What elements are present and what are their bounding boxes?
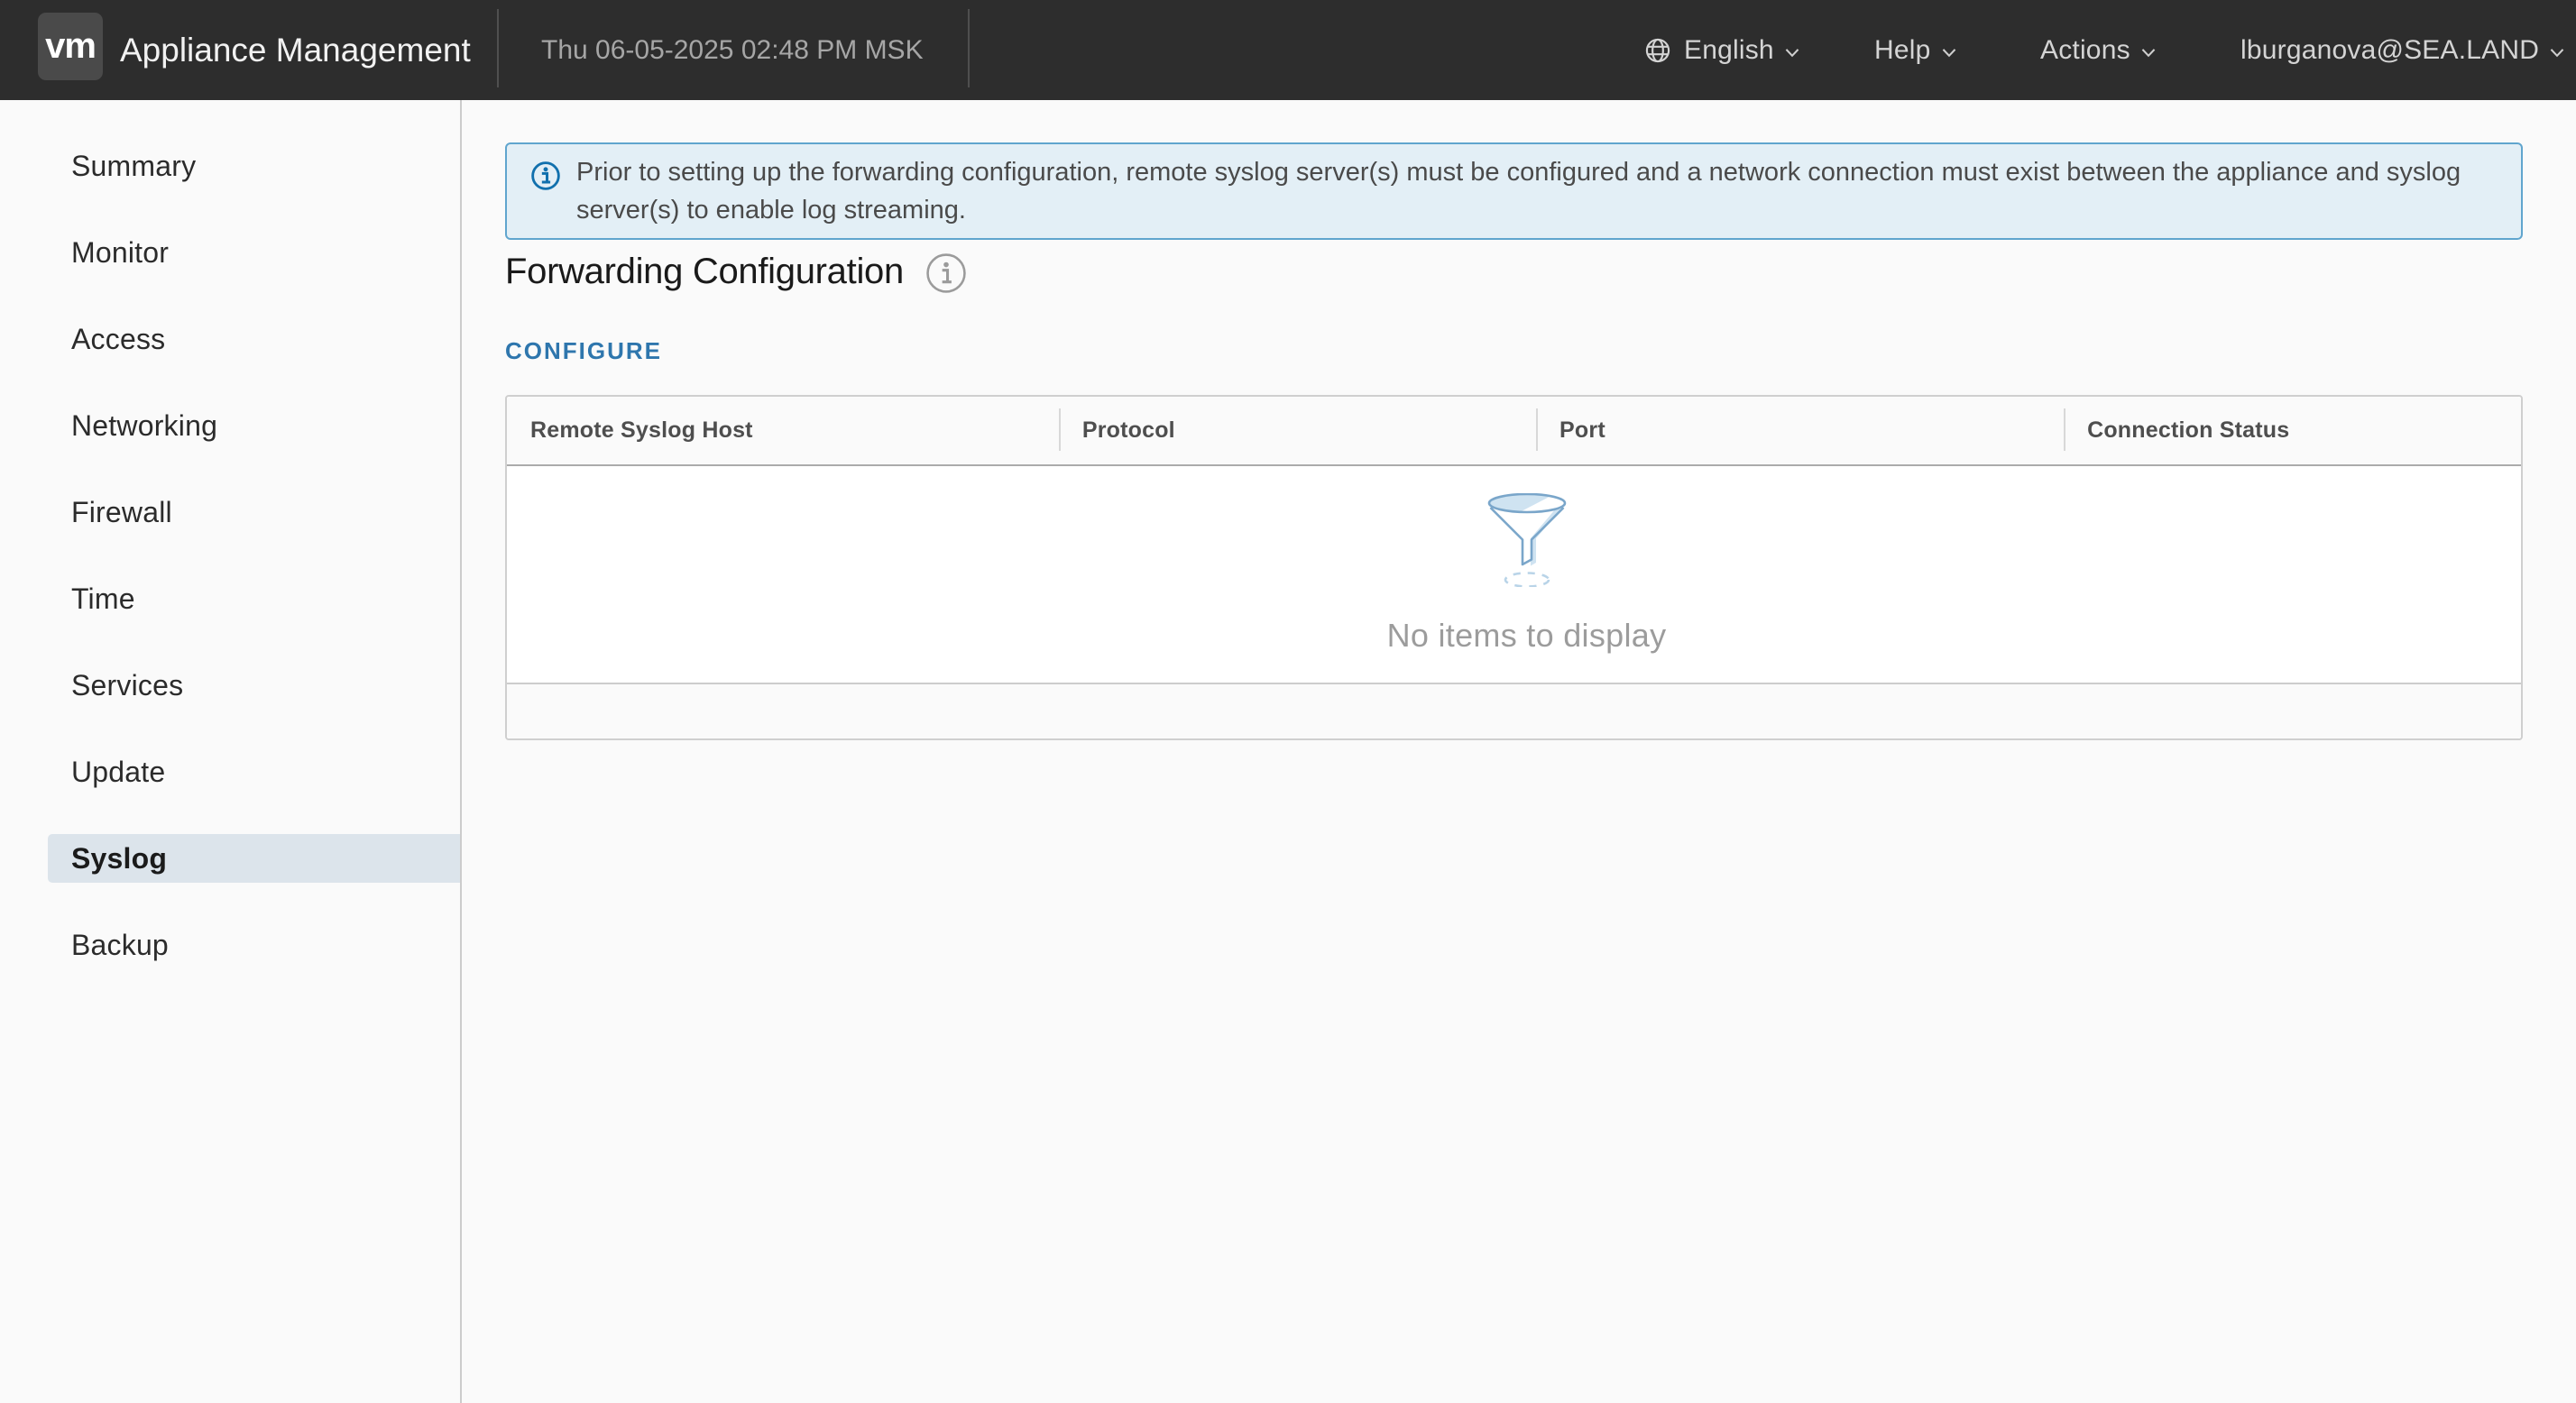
user-menu[interactable]: lburganova@SEA.LAND [2240, 0, 2564, 100]
page-title-text: Forwarding Configuration [505, 247, 904, 296]
sidebar-item-backup[interactable]: Backup [48, 921, 460, 969]
language-menu-label: English [1684, 35, 1774, 66]
info-alert: Prior to setting up the forwarding confi… [505, 142, 2523, 240]
sidebar-item-label: Networking [71, 409, 217, 443]
sidebar-nav: Summary Monitor Access Networking Firewall Ti… [0, 100, 462, 1403]
sidebar-item-label: Summary [71, 150, 196, 183]
top-header-bar: vm Appliance Management Thu 06-05-2025 0… [0, 0, 2576, 100]
sidebar-item-label: Time [71, 582, 135, 616]
datagrid-footer [507, 683, 2521, 738]
vmware-logo: vm [38, 13, 103, 80]
chevron-down-icon [1942, 48, 1956, 58]
sidebar-item-label: Access [71, 323, 165, 356]
main-content: Prior to setting up the forwarding confi… [462, 100, 2576, 1403]
column-header-port[interactable]: Port [1536, 397, 2064, 464]
globe-icon [1644, 37, 1671, 64]
configure-button[interactable]: CONFIGURE [505, 337, 662, 365]
sidebar-item-syslog[interactable]: Syslog [48, 834, 460, 883]
sidebar-item-firewall[interactable]: Firewall [48, 488, 460, 536]
datagrid-header-row: Remote Syslog Host Protocol Port Connection… [507, 397, 2521, 464]
info-tooltip-icon[interactable] [925, 252, 967, 294]
help-menu-label: Help [1874, 35, 1931, 66]
chevron-down-icon [2550, 48, 2564, 58]
topbar-divider [497, 9, 499, 87]
topbar-divider [968, 9, 970, 87]
sidebar-item-monitor[interactable]: Monitor [48, 228, 460, 277]
filter-empty-icon [1486, 493, 1569, 587]
sidebar-item-services[interactable]: Services [48, 661, 460, 710]
actions-menu[interactable]: Actions [2040, 0, 2156, 100]
sidebar-item-time[interactable]: Time [48, 574, 460, 623]
empty-state-message: No items to display [1387, 617, 1667, 655]
column-header-connection-status[interactable]: Connection Status [2064, 397, 2521, 464]
help-menu[interactable]: Help [1874, 0, 1956, 100]
sidebar-item-access[interactable]: Access [48, 315, 460, 363]
sidebar-item-summary[interactable]: Summary [48, 142, 460, 190]
vmware-logo-text: vm [45, 26, 96, 67]
language-menu[interactable]: English [1644, 0, 1799, 100]
column-header-label: Protocol [1082, 417, 1175, 444]
user-menu-label: lburganova@SEA.LAND [2240, 35, 2539, 66]
sidebar-item-label: Monitor [71, 236, 169, 270]
column-header-label: Remote Syslog Host [530, 417, 753, 444]
chevron-down-icon [2141, 48, 2156, 58]
sidebar-item-label: Update [71, 756, 165, 789]
sidebar-item-networking[interactable]: Networking [48, 401, 460, 450]
info-circle-icon [530, 160, 561, 191]
page-title: Forwarding Configuration [505, 247, 2523, 296]
syslog-datagrid: Remote Syslog Host Protocol Port Connection… [505, 395, 2523, 740]
actions-menu-label: Actions [2040, 35, 2130, 66]
sidebar-item-label: Services [71, 669, 183, 702]
column-header-remote-syslog-host[interactable]: Remote Syslog Host [507, 397, 1059, 464]
system-datetime: Thu 06-05-2025 02:48 PM MSK [541, 0, 924, 100]
column-header-protocol[interactable]: Protocol [1059, 397, 1536, 464]
datagrid-empty-body: No items to display [507, 464, 2521, 683]
sidebar-item-label: Backup [71, 929, 169, 962]
sidebar-item-update[interactable]: Update [48, 747, 460, 796]
sidebar-item-label: Firewall [71, 496, 172, 529]
chevron-down-icon [1785, 48, 1799, 58]
app-title: Appliance Management [120, 0, 471, 100]
info-alert-message: Prior to setting up the forwarding confi… [576, 153, 2516, 229]
sidebar-item-label: Syslog [71, 842, 167, 876]
column-header-label: Connection Status [2087, 417, 2289, 444]
column-header-label: Port [1559, 417, 1605, 444]
